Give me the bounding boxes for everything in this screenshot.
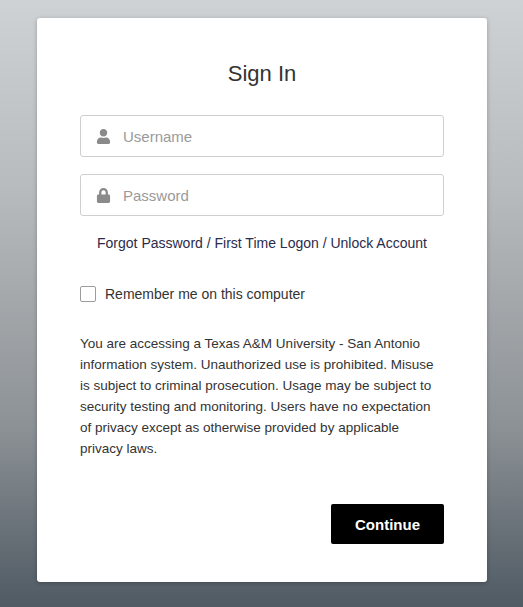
field-list bbox=[80, 115, 444, 216]
password-field[interactable] bbox=[80, 174, 444, 216]
remember-row[interactable]: Remember me on this computer bbox=[80, 284, 444, 304]
page-background: Sign In Forgot Password / First Time Logo… bbox=[0, 0, 523, 607]
user-icon bbox=[96, 129, 111, 144]
user-input[interactable] bbox=[123, 120, 433, 153]
security-notice: You are accessing a Texas A&M University… bbox=[80, 333, 444, 459]
user-icon-slot bbox=[95, 128, 112, 145]
password-icon-slot bbox=[95, 187, 112, 204]
continue-button[interactable]: Continue bbox=[331, 504, 444, 544]
lock-icon bbox=[96, 188, 111, 203]
help-link[interactable]: Forgot Password / First Time Logon / Unl… bbox=[80, 233, 444, 253]
password-input[interactable] bbox=[123, 179, 433, 212]
user-field[interactable] bbox=[80, 115, 444, 157]
sign-in-title: Sign In bbox=[80, 60, 444, 88]
button-row: Continue bbox=[80, 504, 444, 544]
sign-in-card: Sign In Forgot Password / First Time Logo… bbox=[37, 18, 487, 582]
remember-checkbox[interactable] bbox=[80, 286, 96, 302]
remember-label: Remember me on this computer bbox=[105, 284, 305, 304]
